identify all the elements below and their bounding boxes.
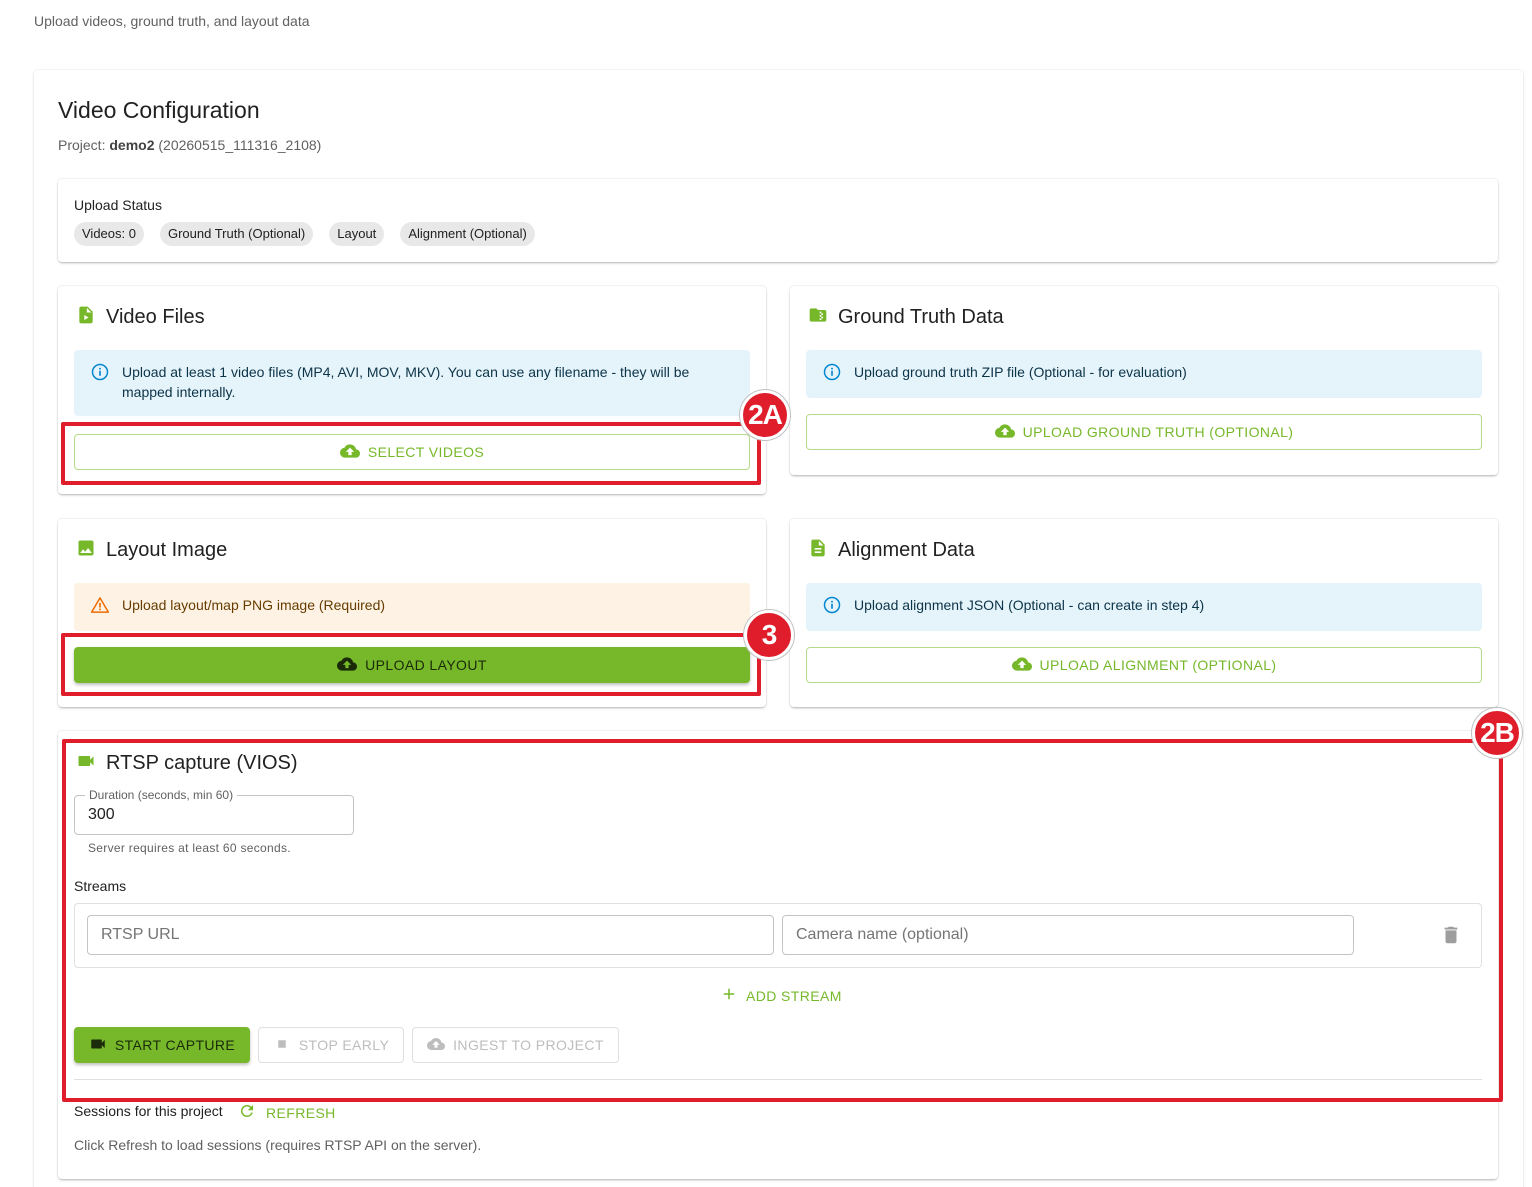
layout-alert-text: Upload layout/map PNG image (Required) [122,597,386,613]
divider [74,1079,1482,1080]
ground-truth-card: Ground Truth Data Upload ground truth ZI… [790,286,1498,475]
project-prefix: Project: [58,137,106,153]
cloud-upload-icon [427,1035,446,1056]
status-chip-videos: Videos: 0 [74,222,144,246]
ingest-to-project-button[interactable]: INGEST TO PROJECT [412,1027,619,1063]
folder-icon [808,305,828,330]
ground-truth-title: Ground Truth Data [838,306,1004,328]
layout-warning-alert: Upload layout/map PNG image (Required) [74,583,750,631]
select-videos-label: SELECT VIDEOS [367,444,485,460]
duration-value: 300 [88,806,115,823]
add-stream-button[interactable]: ADD STREAM [720,985,842,1006]
upload-alignment-button[interactable]: UPLOAD ALIGNMENT (OPTIONAL) [806,647,1482,683]
refresh-label: REFRESH [266,1104,336,1121]
badge-2b: 2B [1472,708,1522,758]
upload-status-label: Upload Status [74,197,162,213]
badge-3: 3 [744,610,794,660]
camera-name-field[interactable] [782,915,1354,955]
upload-ground-truth-label: UPLOAD GROUND TRUTH (OPTIONAL) [1022,424,1294,440]
cloud-upload-icon [1011,654,1032,677]
rtsp-capture-card: RTSP capture (VIOS) Duration (seconds, m… [58,731,1498,1179]
ingest-label: INGEST TO PROJECT [453,1037,604,1053]
rtsp-title: RTSP capture (VIOS) [106,752,298,774]
upload-layout-button[interactable]: UPLOAD LAYOUT [74,647,750,683]
videocam-icon [76,751,96,776]
streams-label: Streams [74,878,127,894]
info-icon [822,595,854,620]
image-icon [76,538,96,563]
plus-icon [720,985,738,1006]
layout-image-title: Layout Image [106,539,228,561]
page-subtitle: Upload videos, ground truth, and layout … [34,13,310,29]
ground-truth-alert-text: Upload ground truth ZIP file (Optional -… [854,364,1187,380]
status-chip-layout: Layout [329,222,385,246]
warning-icon [90,595,122,620]
project-line: Project: demo2 (20260515_111316_2108) [58,137,321,153]
alignment-alert-text: Upload alignment JSON (Optional - can cr… [854,597,1205,613]
document-icon [808,538,828,563]
ground-truth-info-alert: Upload ground truth ZIP file (Optional -… [806,350,1482,398]
info-icon [822,362,854,387]
trash-icon[interactable] [1440,924,1462,946]
video-files-card: Video Files Upload at least 1 video file… [58,286,766,494]
alignment-card: Alignment Data Upload alignment JSON (Op… [790,519,1498,707]
project-name: demo2 [109,137,155,153]
stop-early-label: STOP EARLY [298,1037,390,1053]
duration-field[interactable]: Duration (seconds, min 60) 300 [74,788,354,835]
add-stream-label: ADD STREAM [746,987,842,1004]
info-icon [90,362,122,387]
stop-icon [273,1035,291,1056]
sessions-note: Click Refresh to load sessions (requires… [74,1137,482,1153]
video-file-icon [76,305,96,330]
videocam-icon [89,1035,107,1056]
select-videos-button[interactable]: SELECT VIDEOS [74,434,750,470]
upload-status-card: Upload Status Videos: 0 Ground Truth (Op… [58,179,1498,262]
refresh-icon [238,1102,256,1123]
status-chip-ground-truth: Ground Truth (Optional) [159,222,314,246]
cloud-upload-icon [994,421,1015,444]
page-title: Video Configuration [58,97,260,123]
upload-alignment-label: UPLOAD ALIGNMENT (OPTIONAL) [1039,657,1277,673]
badge-2a: 2A [740,390,790,440]
refresh-button[interactable]: REFRESH [238,1102,336,1123]
alignment-info-alert: Upload alignment JSON (Optional - can cr… [806,583,1482,631]
rtsp-url-field[interactable] [87,915,774,955]
cloud-upload-icon [339,441,360,464]
rtsp-url-input[interactable] [88,916,773,954]
duration-helper-text: Server requires at least 60 seconds. [88,841,291,855]
stream-row [74,903,1482,968]
start-capture-label: START CAPTURE [114,1037,236,1053]
alignment-title: Alignment Data [838,539,975,561]
upload-ground-truth-button[interactable]: UPLOAD GROUND TRUTH (OPTIONAL) [806,414,1482,450]
video-files-title: Video Files [106,306,205,328]
layout-image-card: Layout Image Upload layout/map PNG image… [58,519,766,707]
stop-early-button[interactable]: STOP EARLY [258,1027,404,1063]
upload-layout-label: UPLOAD LAYOUT [365,657,487,673]
start-capture-button[interactable]: START CAPTURE [74,1027,250,1063]
sessions-label: Sessions for this project [74,1103,223,1119]
video-files-alert-text: Upload at least 1 video files (MP4, AVI,… [122,364,690,400]
duration-label: Duration (seconds, min 60) [85,788,238,802]
video-files-info-alert: Upload at least 1 video files (MP4, AVI,… [74,350,750,416]
camera-name-input[interactable] [783,916,1353,954]
cloud-upload-icon [337,654,358,677]
status-chip-alignment: Alignment (Optional) [400,222,535,246]
project-id: (20260515_111316_2108) [158,137,322,153]
